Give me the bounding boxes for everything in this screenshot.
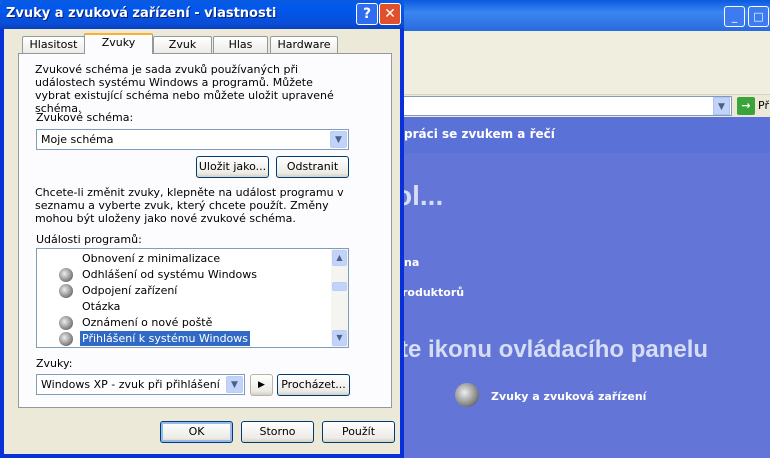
list-item[interactable]: Obnovení z minimalizace [80,251,222,266]
speaker-icon [59,268,73,282]
sounds-label: Zvuky: [36,357,73,370]
scrollbar-thumb[interactable] [332,282,347,291]
browse-button[interactable]: Procházet... [277,374,350,396]
scheme-description: Zvukové schéma je sada zvuků používaných… [35,63,334,115]
speaker-icon[interactable] [455,383,479,407]
tab-zvuk[interactable]: Zvuk [153,36,212,53]
sound-select[interactable]: Windows XP - zvuk při přihlášení ▼ [36,374,245,395]
go-button-label[interactable]: Př [758,99,769,112]
maximize-button[interactable]: □ [748,6,769,27]
events-description: Chcete-li změnit zvuky, klepněte na udál… [35,186,344,225]
tab-hlas[interactable]: Hlas [213,36,268,53]
scroll-down-icon[interactable]: ▼ [332,330,347,346]
speaker-icon [59,316,73,330]
header-text: práci se zvukem a řečí [404,127,555,141]
list-item[interactable]: Odpojení zařízení [80,283,179,298]
delete-button[interactable]: Odstranit [276,156,349,178]
events-list[interactable]: Obnovení z minimalizace Odhlášení od sys… [36,248,349,348]
address-dropdown-icon[interactable]: ▼ [713,97,730,115]
list-item[interactable]: Oznámení o nové poště [80,315,214,330]
control-panel-icon-label[interactable]: Zvuky a zvuková zařízení [491,390,646,403]
cancel-button[interactable]: Storno [241,421,314,443]
tab-zvuky[interactable]: Zvuky [84,33,153,54]
chevron-down-icon[interactable]: ▼ [330,131,347,148]
scheme-label: Zvukové schéma: [36,111,134,124]
address-input[interactable] [380,96,732,116]
task-link[interactable]: na [404,256,419,269]
go-arrow-icon[interactable]: → [737,97,755,115]
save-as-button[interactable]: Uložit jako... [196,156,269,178]
pick-icon-heading: te ikonu ovládacího panelu [400,336,709,363]
sound-value: Windows XP - zvuk při přihlášení [41,378,220,391]
dialog-title: Zvuky a zvuková zařízení - vlastnosti [6,6,277,21]
list-item-selected[interactable]: Přihlášení k systému Windows [80,331,251,346]
close-button[interactable]: ✕ [379,3,401,25]
minimize-button[interactable]: _ [724,6,745,27]
task-link[interactable]: roduktorů [402,286,464,299]
speaker-icon [59,332,73,346]
scrollbar[interactable]: ▲ ▼ [331,249,348,347]
speaker-icon [59,284,73,298]
ok-button[interactable]: OK [160,421,233,443]
scroll-up-icon[interactable]: ▲ [332,250,347,266]
tab-hardware[interactable]: Hardware [270,36,338,53]
chevron-down-icon[interactable]: ▼ [226,376,243,393]
list-item[interactable]: Otázka [80,299,122,314]
help-button[interactable]: ? [356,3,378,25]
apply-button[interactable]: Použít [322,421,395,443]
scheme-select[interactable]: Moje schéma ▼ [36,129,349,150]
list-item[interactable]: Odhlášení od systému Windows [80,267,259,282]
events-label: Události programů: [36,233,142,246]
play-button[interactable]: ▶ [250,374,273,396]
tab-hlasitost[interactable]: Hlasitost [22,36,85,53]
scheme-value: Moje schéma [41,133,114,146]
